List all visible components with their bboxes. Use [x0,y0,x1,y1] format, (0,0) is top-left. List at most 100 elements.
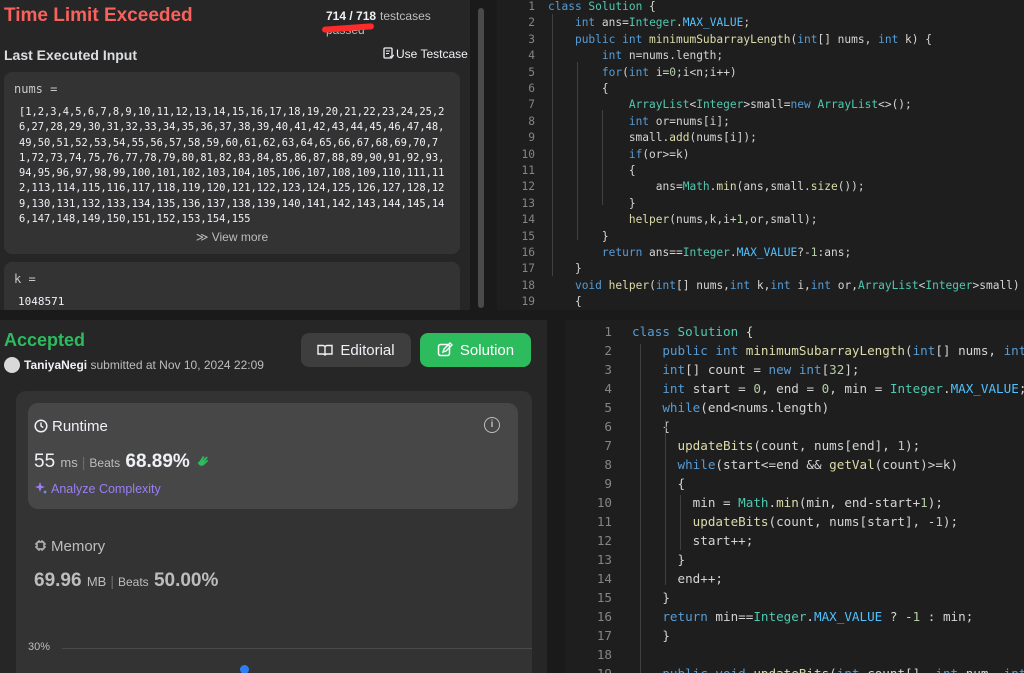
code-token: : min; [920,609,974,624]
code-token: { [548,164,636,177]
code-line[interactable]: 8 while(start<=end && getVal(count)>=k) [565,455,958,474]
code-line[interactable]: 7 ArrayList<Integer>small=new ArrayList<… [497,97,912,113]
code-line[interactable]: 18 void helper(int[] nums,int k,int i,in… [497,278,1020,294]
code-line[interactable]: 9 { [565,474,685,493]
chart-marker[interactable] [240,665,249,673]
code-line[interactable]: 18 [565,645,632,664]
editorial-button[interactable]: Editorial [301,333,411,367]
code-token: int [1003,343,1024,358]
code-line[interactable]: 2 public int minimumSubarrayLength(int[]… [565,341,1024,360]
code-token: getVal [829,457,875,472]
code-token: while [662,400,701,415]
avatar[interactable] [4,357,20,373]
code-token: ( [649,278,656,292]
code-token: (ans,small. [736,180,811,194]
line-number: 4 [528,49,535,63]
line-number: 11 [596,514,612,529]
code-line[interactable]: 2 int ans=Integer.MAX_VALUE; [497,15,750,31]
runtime-beats-label: Beats [89,456,121,470]
code-token: ?- [797,246,811,259]
code-line[interactable]: 16 return ans==Integer.MAX_VALUE?-1:ans; [497,245,852,261]
tle-code-editor[interactable]: 1 class Solution {2 int ans=Integer.MAX_V… [497,0,1024,310]
code-line[interactable]: 8 int or=nums[i]; [497,114,730,130]
code-line[interactable]: 17 } [497,261,582,277]
line-number: 12 [596,533,612,548]
code-token: return [662,609,716,624]
code-line[interactable]: 12 start++; [565,531,754,550]
code-line[interactable]: 14 end++; [565,569,723,588]
accepted-code-editor[interactable]: 1 class Solution {2 public int minimumSub… [565,320,1024,673]
code-token: } [548,196,636,210]
code-line[interactable]: 10 if(or>=k) [497,147,690,163]
code-token: int [797,32,818,46]
code-line[interactable]: 14 helper(nums,k,i+1,or,small); [497,212,818,228]
memory-unit: MB [86,574,107,589]
username-link[interactable]: TaniyaNegi [24,358,87,372]
code-token: min [716,180,737,194]
code-line[interactable]: 3 public int minimumSubarrayLength(int[]… [497,32,932,48]
code-line[interactable]: 1 class Solution { [565,322,753,341]
code-line[interactable]: 4 int start = 0, end = 0, min = Integer.… [565,379,1024,398]
code-line[interactable]: 5 for(int i=0;i<n;i++) [497,65,736,81]
code-token: int [935,666,965,673]
k-value: 1048571 [18,295,65,308]
runtime-label-text: Runtime [52,418,108,435]
solution-button[interactable]: Solution [420,333,531,367]
code-token: return [601,246,650,259]
code-token: min = [632,495,739,510]
code-line[interactable]: 13 } [497,196,636,212]
line-number: 5 [604,400,612,415]
submission-info: TaniyaNegi submitted at Nov 10, 2024 22:… [24,358,264,372]
line-number: 14 [596,571,612,586]
code-line[interactable]: 4 int n=nums.length; [497,48,723,64]
code-token: public void [662,666,753,673]
code-line[interactable]: 11 updateBits(count, nums[start], -1); [565,512,958,531]
code-token: updateBits [692,514,769,529]
code-token: Solution [677,324,739,339]
code-token: ); [904,438,921,453]
analyze-complexity-link[interactable]: Analyze Complexity [34,481,161,496]
code-token: MAX_VALUE [950,381,1019,396]
memory-beats-label: Beats [117,575,149,589]
code-line[interactable]: 9 small.add(nums[i]); [497,130,757,146]
code-line[interactable]: 3 int[] count = new int[32]; [565,360,859,379]
code-token: :ans; [817,246,852,259]
code-token: Integer [925,278,973,292]
line-number: 13 [596,552,612,567]
nums-label: nums = [14,82,58,96]
line-number: 13 [521,196,535,210]
line-number: 7 [528,98,535,112]
code-token: for [601,65,623,79]
edit-icon [437,342,453,357]
line-number: 18 [596,647,612,662]
code-token: [] nums, [676,278,730,292]
code-token: ; [1019,381,1024,396]
code-line[interactable]: 13 } [565,550,685,569]
code-line[interactable]: 16 return min==Integer.MAX_VALUE ? -1 : … [565,607,973,626]
info-icon[interactable]: i [484,417,500,433]
tle-status-title: Time Limit Exceeded [4,5,193,26]
chart-gridline [62,648,532,649]
view-more-button[interactable]: ≫ View more [4,230,460,244]
line-number: 5 [528,65,535,79]
sparkle-icon [35,482,47,494]
line-number: 3 [528,32,535,46]
code-line[interactable]: 19 { [497,294,582,310]
code-line[interactable]: 15 } [565,588,670,607]
code-line[interactable]: 17 } [565,626,670,645]
code-line[interactable]: 6 { [565,417,670,436]
code-token: k) { [905,32,932,46]
top-left-scrollbar[interactable] [478,8,484,308]
code-token: MAX_VALUE [682,16,744,30]
line-number: 10 [521,147,535,161]
code-line[interactable]: 19 public void updateBits(int count[], i… [565,664,1024,673]
code-line[interactable]: 7 updateBits(count, nums[end], 1); [565,436,920,455]
code-line[interactable]: 11 { [497,163,636,179]
code-line[interactable]: 10 min = Math.min(min, end-start+1); [565,493,943,512]
use-testcase-button[interactable]: Use Testcase [383,47,468,61]
code-line[interactable]: 5 while(end<nums.length) [565,398,829,417]
code-line[interactable]: 1 class Solution { [497,0,656,15]
